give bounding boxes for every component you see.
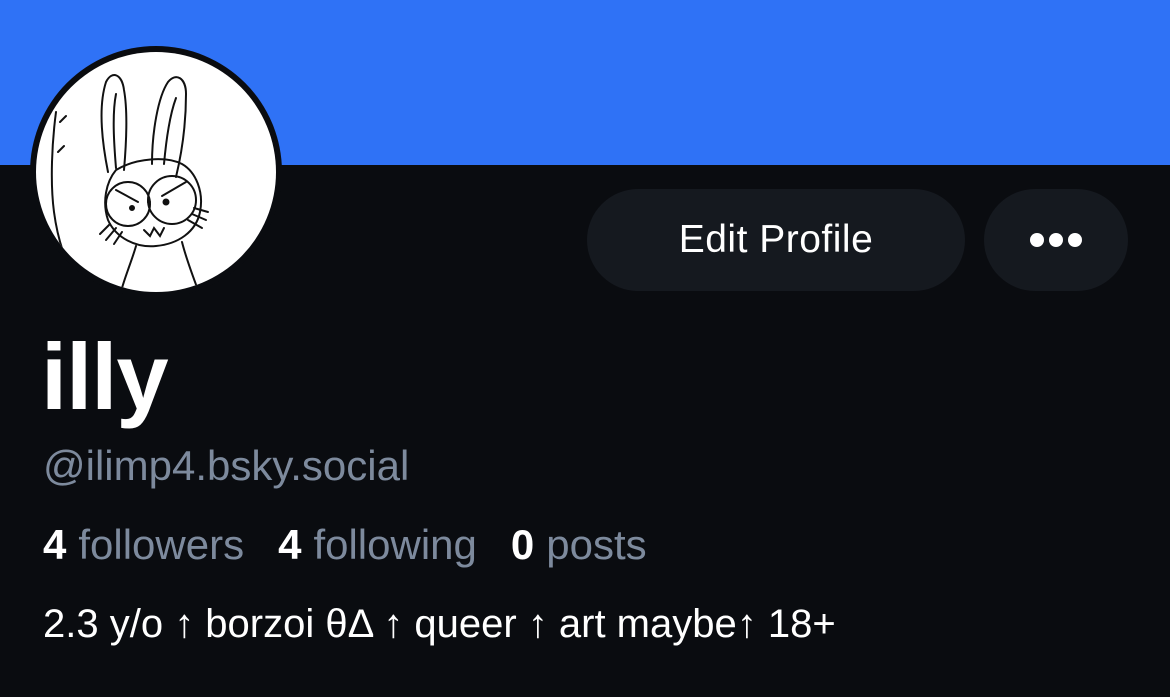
edit-profile-button[interactable]: Edit Profile xyxy=(587,189,965,291)
following-label: following xyxy=(313,521,477,568)
followers-stat[interactable]: 4 followers xyxy=(43,524,244,566)
following-stat[interactable]: 4 following xyxy=(278,524,477,566)
posts-label: posts xyxy=(546,521,647,568)
following-count: 4 xyxy=(278,521,302,568)
ellipsis-icon xyxy=(1049,233,1063,247)
followers-label: followers xyxy=(78,521,245,568)
posts-count: 0 xyxy=(510,521,535,568)
profile-screen: Edit Profile illy @ilimp4.bsky.social 4 … xyxy=(0,0,1170,697)
more-options-button[interactable] xyxy=(984,189,1128,291)
bunny-sketch-avatar-icon xyxy=(36,52,276,292)
posts-stat: 0 posts xyxy=(511,524,647,566)
profile-stats: 4 followers 4 following 0 posts xyxy=(43,524,681,566)
ellipsis-icon xyxy=(1030,233,1044,247)
profile-bio: 2.3 y/o ↑ borzoi θΔ ↑ queer ↑ art maybe↑… xyxy=(43,602,836,646)
followers-count: 4 xyxy=(43,521,67,568)
profile-handle: @ilimp4.bsky.social xyxy=(43,442,410,489)
display-name: illy xyxy=(41,324,169,429)
profile-avatar[interactable] xyxy=(30,46,282,298)
ellipsis-icon xyxy=(1068,233,1082,247)
